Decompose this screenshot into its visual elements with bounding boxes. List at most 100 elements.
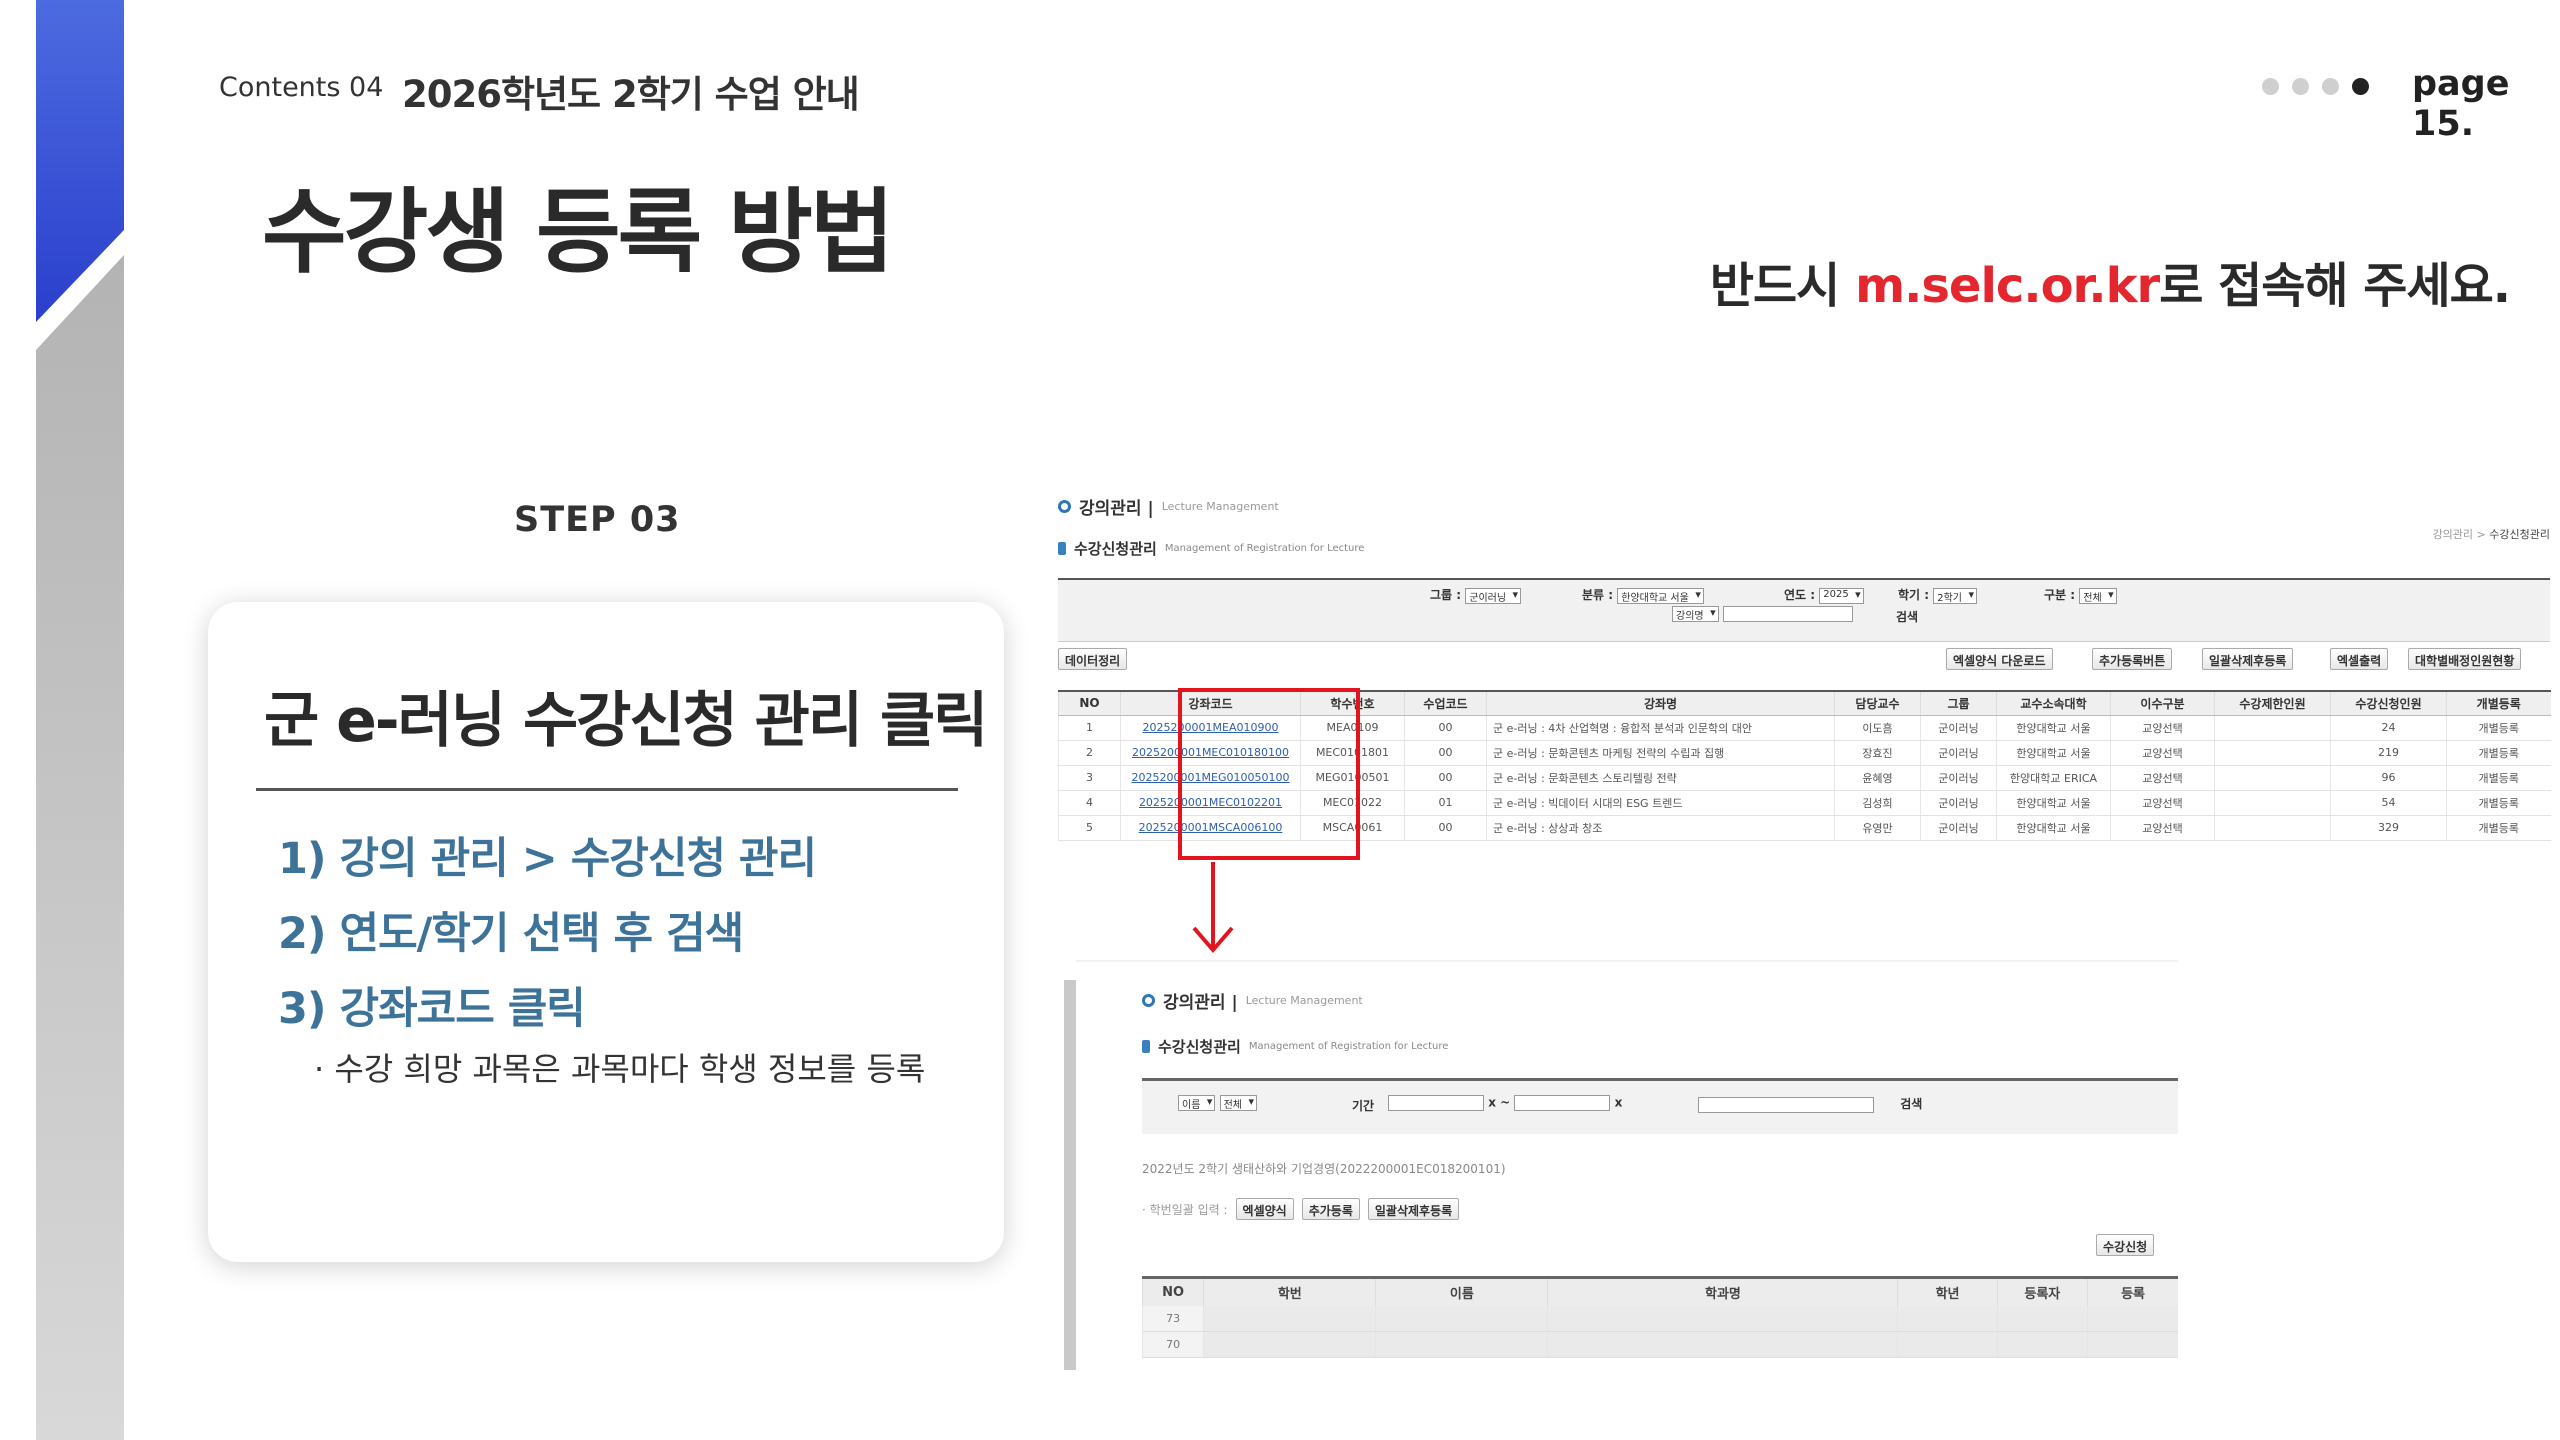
registration-detail-panel: 강의관리 | Lecture Management 수강신청관리 Managem… <box>1076 960 2178 1370</box>
search-button[interactable]: 검색 <box>1900 1097 1922 1111</box>
excel-export-button[interactable]: 엑셀출력 <box>2330 648 2389 670</box>
notice-url[interactable]: m.selc.or.kr <box>1855 258 2160 314</box>
table-cell: 01 <box>1404 790 1487 816</box>
individual-register-link[interactable]: 개별등록 <box>2446 815 2551 841</box>
bulk-input-label: · 학번일괄 입력 : <box>1142 1202 1228 1217</box>
individual-register-link[interactable]: 개별등록 <box>2446 740 2551 766</box>
table-cell: 한양대학교 서울 <box>1996 815 2111 841</box>
table-cell <box>1203 1331 1376 1358</box>
table-cell <box>1897 1331 1998 1358</box>
heading-text: 강의관리 | <box>1163 993 1238 1013</box>
table-cell: 군이러닝 <box>1920 715 1997 741</box>
university-allocation-button[interactable]: 대학별배정인원현황 <box>2408 648 2522 670</box>
semester-label: 학기 : <box>1898 588 1930 602</box>
access-notice: 반드시 m.selc.or.kr로 접속해 주세요. <box>1710 246 2511 316</box>
card-divider <box>256 788 958 791</box>
excel-template-button[interactable]: 엑셀양식 <box>1235 1198 1294 1220</box>
lecture-management-screenshot: 강의관리 | Lecture Management 수강신청관리 Managem… <box>1058 490 2551 870</box>
column-header: 강좌명 <box>1486 690 1835 716</box>
bulk-delete-register-button[interactable]: 일괄삭제후등록 <box>1367 1198 1460 1220</box>
table-cell: 219 <box>2330 740 2447 766</box>
table-cell: 한양대학교 서울 <box>1996 715 2111 741</box>
step-label: STEP 03 <box>514 500 681 540</box>
table-cell <box>2087 1305 2178 1332</box>
breadcrumb-parent[interactable]: 강의관리 > <box>2433 528 2490 541</box>
column-header: 이름 <box>1375 1276 1548 1306</box>
table-cell: 3 <box>1058 765 1121 791</box>
page-indicator-dots <box>2262 78 2369 95</box>
column-header: 등록자 <box>1996 1276 2088 1306</box>
bulk-delete-register-button[interactable]: 일괄삭제후등록 <box>2202 648 2294 670</box>
table-cell: 4 <box>1058 790 1121 816</box>
heading-english: Lecture Management <box>1245 994 1363 1007</box>
course-registration-button[interactable]: 수강신청 <box>2096 1234 2155 1256</box>
table-cell: 00 <box>1404 815 1487 841</box>
heading-english: Lecture Management <box>1161 500 1279 513</box>
table-cell <box>1897 1305 1998 1332</box>
semester-filter: 학기 : 2학기 <box>1898 586 1978 604</box>
individual-register-link[interactable]: 개별등록 <box>2446 765 2551 791</box>
table-cell: 유영만 <box>1834 815 1921 841</box>
table-cell: 한양대학교 서울 <box>1996 740 2111 766</box>
course-field-select[interactable]: 강의명 <box>1672 606 1719 622</box>
excel-template-download-button[interactable]: 엑셀양식 다운로드 <box>1946 648 2053 670</box>
card-title: 군 e-러닝 수강신청 관리 클릭 <box>264 686 988 756</box>
instruction-note: · 수강 희망 과목은 과목마다 학생 정보를 등록 <box>314 1050 926 1088</box>
table-cell <box>1547 1331 1898 1358</box>
individual-register-link[interactable]: 개별등록 <box>2446 715 2551 741</box>
table-cell: 24 <box>2330 715 2447 741</box>
clear-end-icon[interactable]: x <box>1615 1096 1623 1110</box>
add-registration-button[interactable]: 추가등록버튼 <box>2092 648 2173 670</box>
end-date-input[interactable] <box>1514 1095 1611 1111</box>
table-header-row: NO 학번 이름 학과명 학년 등록자 등록 <box>1141 1276 2178 1306</box>
scrollbar[interactable] <box>1064 980 1076 1370</box>
add-registration-button[interactable]: 추가등록 <box>1301 1198 1360 1220</box>
clear-start-icon[interactable]: x <box>1488 1096 1496 1110</box>
left-decorative-stripe <box>36 0 124 1440</box>
table-cell: 교양선택 <box>2110 790 2215 816</box>
type-label: 구분 : <box>2044 588 2076 602</box>
row-number: 70 <box>1141 1331 1204 1358</box>
subheading-text: 수강신청관리 <box>1074 540 1157 558</box>
square-bullet-icon <box>1058 542 1066 555</box>
subheading-english: Management of Registration for Lecture <box>1248 1041 1449 1052</box>
keyword-input[interactable] <box>1698 1096 1874 1113</box>
notice-suffix: 로 접속해 주세요. <box>2159 258 2511 314</box>
period-range: x ~ x <box>1388 1095 1622 1111</box>
student-list-table: NO 학번 이름 학과명 학년 등록자 등록 73 70 <box>1141 1276 2178 1358</box>
course-search-input[interactable] <box>1722 606 1853 622</box>
section-title: 2026학년도 2학기 수업 안내 <box>402 73 860 116</box>
semester-select[interactable]: 2학기 <box>1933 587 1978 604</box>
page-dot <box>2262 78 2279 95</box>
field-selects: 이름 전체 <box>1178 1095 1257 1111</box>
category-select[interactable]: 한양대학교 서울 <box>1617 587 1704 604</box>
bulk-input-toolbar: · 학번일괄 입력 : 엑셀양식 추가등록 일괄삭제후등록 <box>1142 1198 1460 1220</box>
search-button[interactable]: 검색 <box>1896 608 1918 625</box>
range-separator: ~ <box>1500 1095 1511 1110</box>
start-date-input[interactable] <box>1388 1095 1484 1111</box>
group-select[interactable]: 군이러닝 <box>1465 587 1522 604</box>
search-field-select[interactable]: 이름 <box>1178 1095 1216 1111</box>
instruction-step-2: 2) 연도/학기 선택 후 검색 <box>278 909 744 959</box>
page-dot-active <box>2352 78 2369 95</box>
column-header: 학과명 <box>1547 1276 1898 1306</box>
table-cell <box>2214 740 2331 766</box>
table-row: 73 <box>1141 1305 2178 1332</box>
year-select[interactable]: 2025 <box>1819 587 1864 604</box>
table-cell: 96 <box>2330 765 2447 791</box>
student-search-bar: 이름 전체 기간 x ~ x 검색 <box>1142 1078 2178 1134</box>
registration-management-subheading: 수강신청관리 Management of Registration for Le… <box>1142 1036 1448 1057</box>
table-cell: 2 <box>1058 740 1121 766</box>
period-label: 기간 <box>1352 1099 1375 1113</box>
search-scope-select[interactable]: 전체 <box>1219 1095 1257 1111</box>
table-cell: 군이러닝 <box>1920 765 1997 791</box>
year-label: 연도 : <box>1784 588 1816 602</box>
type-select[interactable]: 전체 <box>2079 587 2117 604</box>
individual-register-link[interactable]: 개별등록 <box>2446 790 2551 816</box>
data-cleanup-button[interactable]: 데이터정리 <box>1058 648 1128 670</box>
breadcrumb: 강의관리 > 수강신청관리 <box>2433 526 2550 542</box>
instruction-step-1: 1) 강의 관리 > 수강신청 관리 <box>278 834 817 884</box>
selected-course-info: 2022년도 2학기 생태산하와 기업경영(2022200001EC018200… <box>1142 1162 1506 1176</box>
table-cell: 윤혜영 <box>1834 765 1921 791</box>
table-cell: 교양선택 <box>2110 765 2215 791</box>
